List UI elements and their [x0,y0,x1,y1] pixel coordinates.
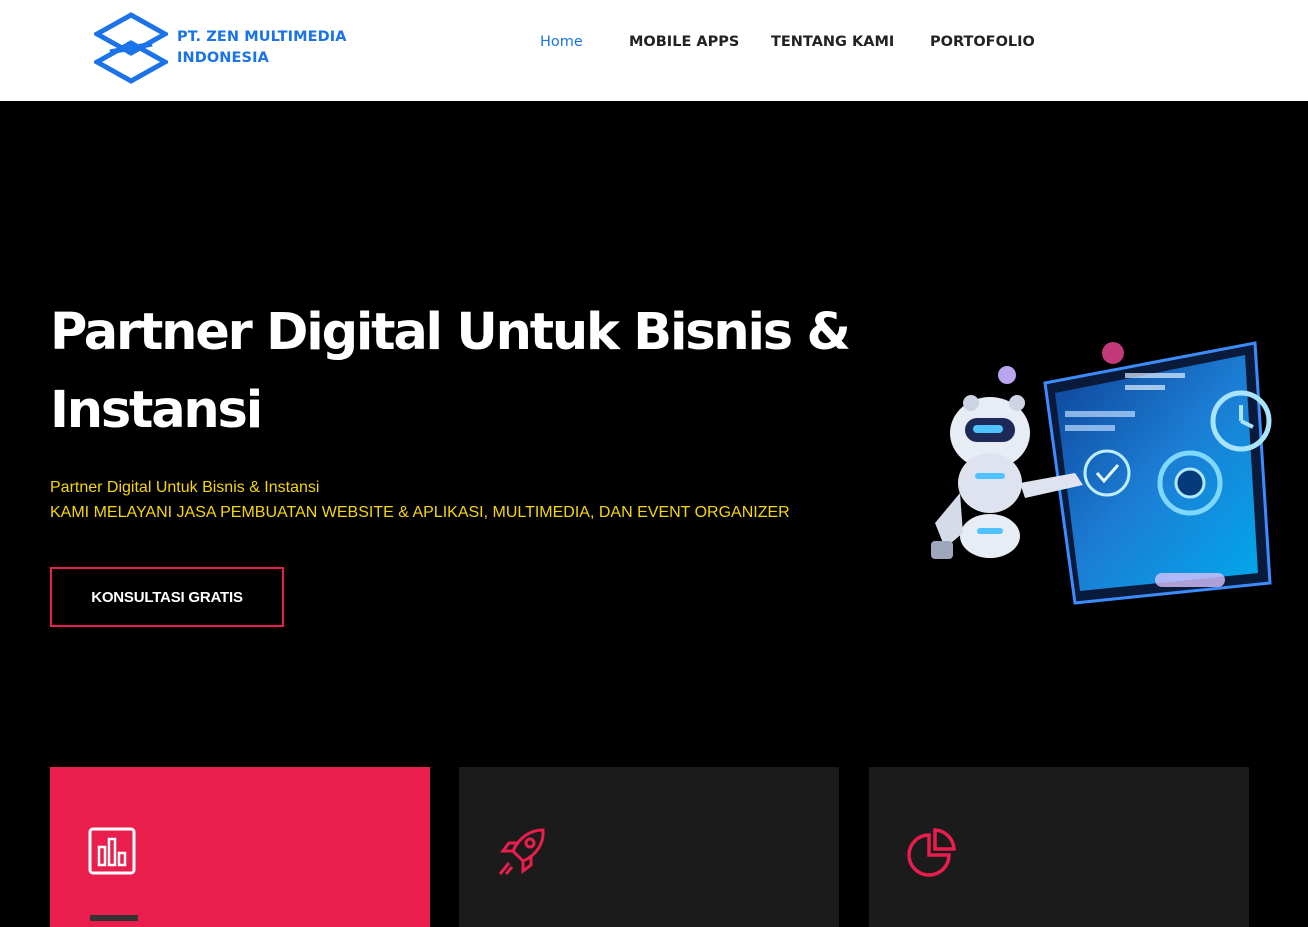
hero-title: Partner Digital Untuk Bisnis & Instansi [50,303,851,440]
bar-chart-icon [88,827,136,875]
hero-tagline: KAMI MELAYANI JASA PEMBUATAN WEBSITE & A… [50,504,790,521]
feature-card-3[interactable] [869,767,1249,927]
hero-subtitle: Partner Digital Untuk Bisnis & Instansi [50,479,320,496]
brand-line-2: INDONESIA [177,50,269,66]
feature-card-2[interactable] [459,767,839,927]
brand-line-1: PT. ZEN MULTIMEDIA [177,29,347,45]
pie-chart-icon [907,828,956,877]
nav-mobile-apps[interactable]: MOBILE APPS [629,34,739,50]
nav-portofolio[interactable]: PORTOFOLIO [930,34,1035,50]
konsultasi-button[interactable]: KONSULTASI GRATIS [50,567,284,627]
feature-card-1[interactable] [50,767,430,927]
robot-illustration [931,341,1272,605]
site-header: PT. ZEN MULTIMEDIA INDONESIA Home MOBILE… [0,0,1308,101]
brand-name: PT. ZEN MULTIMEDIA INDONESIA [177,27,347,69]
brand-logo[interactable]: PT. ZEN MULTIMEDIA INDONESIA [94,10,347,86]
hero-section: Partner Digital Untuk Bisnis & Instansi … [0,101,1308,927]
nav-home[interactable]: Home [540,34,583,50]
scroll-indicator [90,915,138,921]
zen-logo-icon [94,12,168,84]
rocket-icon [498,828,545,875]
nav-tentang-kami[interactable]: TENTANG KAMI [771,34,894,50]
